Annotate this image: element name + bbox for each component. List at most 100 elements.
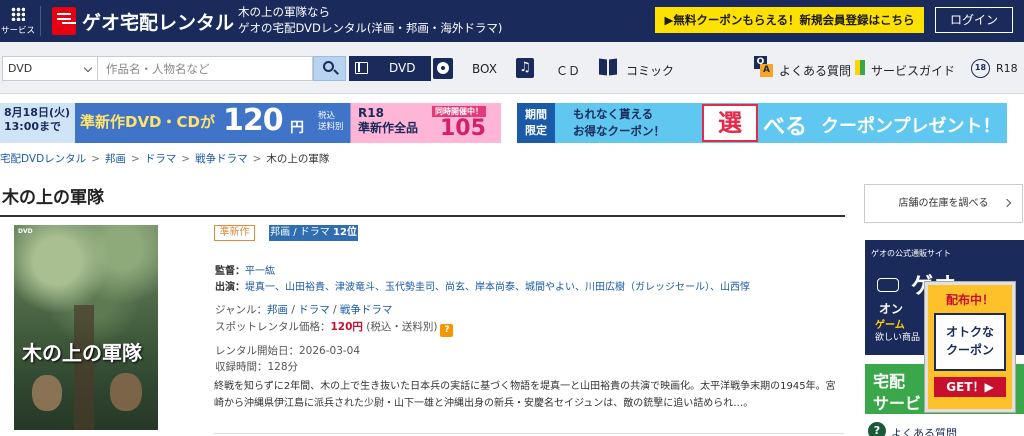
breadcrumb-drama[interactable]: ドラマ	[145, 153, 177, 165]
coupon-get-button[interactable]: GET！▶	[934, 377, 1006, 397]
search-button[interactable]	[313, 56, 346, 81]
genre-link-drama[interactable]: ドラマ	[298, 304, 330, 316]
floating-coupon-banner[interactable]: 配布中！ オトクな クーポン GET！▶	[925, 282, 1015, 412]
banner-r18-price: 105円	[440, 116, 486, 141]
geo-logo-icon	[52, 7, 76, 35]
beginner-mark-icon	[855, 60, 865, 75]
director-row: 監督：平一紘	[215, 262, 275, 277]
runtime-row: 収録時間：128分	[215, 359, 298, 374]
search-input[interactable]	[98, 56, 313, 81]
breadcrumb-current: 木の上の軍隊	[266, 153, 330, 165]
coupon-distributing: 配布中！	[945, 293, 994, 307]
banner-time: 13:00まで	[4, 120, 62, 133]
banner-coupon-line-2: お得なクーポン！	[573, 124, 665, 138]
release-label: レンタル開始日：	[215, 345, 299, 357]
genre-row: ジャンル：邦画 / ドラマ / 戦争ドラマ	[215, 304, 393, 316]
genre-label: ジャンル：	[215, 304, 267, 316]
status-badge-semi-new: 準新作	[214, 225, 255, 241]
content-divider	[214, 433, 844, 434]
r18-icon: 18	[971, 59, 990, 78]
tab-box[interactable]: BOX	[472, 62, 497, 76]
header-tagline: 木の上の軍隊なら ゲオの宅配DVDレンタル(洋画・邦画・海外ドラマ)	[238, 4, 502, 36]
poster-actor-right	[110, 373, 142, 411]
check-store-stock-button[interactable]: 店舗の在庫を調べる	[864, 184, 1023, 223]
poster-title: 木の上の軍隊	[22, 341, 142, 365]
disc-icon[interactable]	[433, 58, 453, 79]
green-ad-line-1: 宅配	[873, 372, 906, 391]
release-date: 2026-03-04	[299, 345, 361, 357]
banner-coupon-text: もれなく貰える お得なクーポン！	[573, 106, 665, 140]
breadcrumb-separator: >	[181, 153, 191, 165]
services-label: サービス	[0, 26, 35, 36]
banner-r18: R18 準新作全品	[358, 106, 418, 136]
banner-r18-line-1: R18	[358, 106, 384, 120]
director-link[interactable]: 平一紘	[245, 266, 275, 277]
banner-r18-line-2: 準新作全品	[358, 121, 419, 135]
coupon-deal-text: オトクな クーポン	[934, 313, 1006, 371]
breadcrumb-separator: >	[252, 153, 262, 165]
tagline-line-2: ゲオの宅配DVDレンタル(洋画・邦画・海外ドラマ)	[238, 21, 503, 35]
service-guide-link[interactable]: サービスガイド	[871, 62, 955, 79]
banner-choose-char: 選	[702, 104, 758, 142]
breadcrumb-japanese-film[interactable]: 邦画	[105, 153, 126, 165]
faq-link[interactable]: よくある質問	[779, 62, 851, 79]
site-logo[interactable]: ゲオ宅配レンタル	[52, 5, 234, 37]
price-label: スポットレンタル価格：	[215, 321, 331, 333]
breadcrumb-war-drama[interactable]: 戦争ドラマ	[195, 153, 248, 165]
tab-dvd[interactable]: DVD	[349, 56, 431, 81]
page-title: 木の上の軍隊	[2, 188, 104, 208]
header-divider	[40, 6, 41, 36]
ranking-position: 12位	[333, 227, 357, 238]
banner-limited-line-2: 限定	[525, 124, 547, 137]
release-row: レンタル開始日：2026-03-04	[215, 343, 360, 358]
book-icon[interactable]	[599, 59, 618, 76]
geo-ad-desc: 欲しい商品	[875, 333, 921, 343]
runtime-label: 収録時間：	[215, 361, 268, 373]
music-note-icon[interactable]: ♫	[516, 58, 534, 78]
banner-tax-note: 税込 送料別	[318, 111, 344, 133]
question-icon: ?	[868, 422, 886, 436]
grid-menu-icon	[11, 7, 25, 21]
services-menu-button[interactable]: サービス	[0, 0, 36, 42]
title-divider	[0, 215, 845, 217]
runtime-value: 128分	[267, 361, 299, 373]
sidebar-faq-link[interactable]: よくある質問	[891, 425, 957, 436]
campaign-banner-120yen[interactable]: 8月18日(火) 13:00まで 準新作DVD・CDが 120 円 税込 送料別…	[0, 103, 501, 143]
banner-date: 8月18日(火)	[4, 106, 71, 119]
tab-cd[interactable]: ＣＤ	[556, 62, 580, 79]
breadcrumb-separator: >	[91, 153, 100, 165]
director-label: 監督：	[215, 266, 245, 277]
synopsis: 終戦を知らずに2年間、木の上で生き抜いた日本兵の実話に基づく物語を堤真一と山田裕…	[214, 381, 836, 409]
login-button[interactable]: ログイン	[935, 7, 1013, 33]
cast-links[interactable]: 堤真一、山田裕貴、津波竜斗、玉代勢圭司、尚玄、岸本尚泰、城間やよい、川田広樹（ガ…	[245, 282, 750, 293]
help-icon[interactable]: ?	[440, 324, 454, 337]
top-header: サービス ゲオ宅配レンタル 木の上の軍隊なら ゲオの宅配DVDレンタル(洋画・邦…	[0, 0, 1024, 42]
ranking-badge[interactable]: 邦画 / ドラマ 12位	[269, 225, 358, 241]
free-coupon-signup-button[interactable]: ▶無料クーポンもらえる！新規会員登録はこちら	[655, 7, 924, 33]
product-jacket-image[interactable]: DVD 木の上の軍隊	[14, 225, 158, 430]
search-nav-bar: DVD DVD BOX ♫ ＣＤ コミック Q A よくある質問 サービスガイド…	[0, 42, 1024, 94]
banner-coupon-line-1: もれなく貰える	[573, 107, 654, 121]
breadcrumb-separator: >	[130, 153, 140, 165]
search-icon-handle	[333, 69, 339, 76]
cast-row: 出演：堤真一、山田裕貴、津波竜斗、玉代勢圭司、尚玄、岸本尚泰、城間やよい、川田広…	[215, 278, 750, 293]
banner-deadline: 8月18日(火) 13:00まで	[4, 106, 70, 134]
poster-dvd-logo: DVD	[18, 228, 33, 235]
genre-link-war-drama[interactable]: 戦争ドラマ	[340, 304, 393, 316]
rental-price: 120円	[330, 321, 363, 333]
banner-limited-label: 期間 限定	[517, 103, 555, 143]
r18-link[interactable]: R18	[996, 62, 1018, 75]
faq-icon: Q A	[754, 56, 774, 78]
banner-price: 120	[223, 103, 284, 138]
poster-tree-trunk	[74, 305, 94, 430]
genre-link-japanese-film[interactable]: 邦画	[267, 304, 288, 316]
campaign-banner-coupon[interactable]: 期間 限定 もれなく貰える お得なクーポン！ 選 べる クーポンプレゼント！	[517, 103, 1007, 143]
game-controller-icon	[877, 278, 899, 292]
category-select[interactable]: DVD	[2, 56, 98, 81]
tab-comic[interactable]: コミック	[626, 62, 674, 79]
geo-ad-online: オン	[879, 302, 904, 316]
breadcrumb-home[interactable]: 宅配DVDレンタル	[0, 153, 86, 165]
poster-actor-left	[32, 375, 62, 411]
chevron-right-icon	[1002, 198, 1012, 208]
film-icon	[355, 62, 368, 74]
